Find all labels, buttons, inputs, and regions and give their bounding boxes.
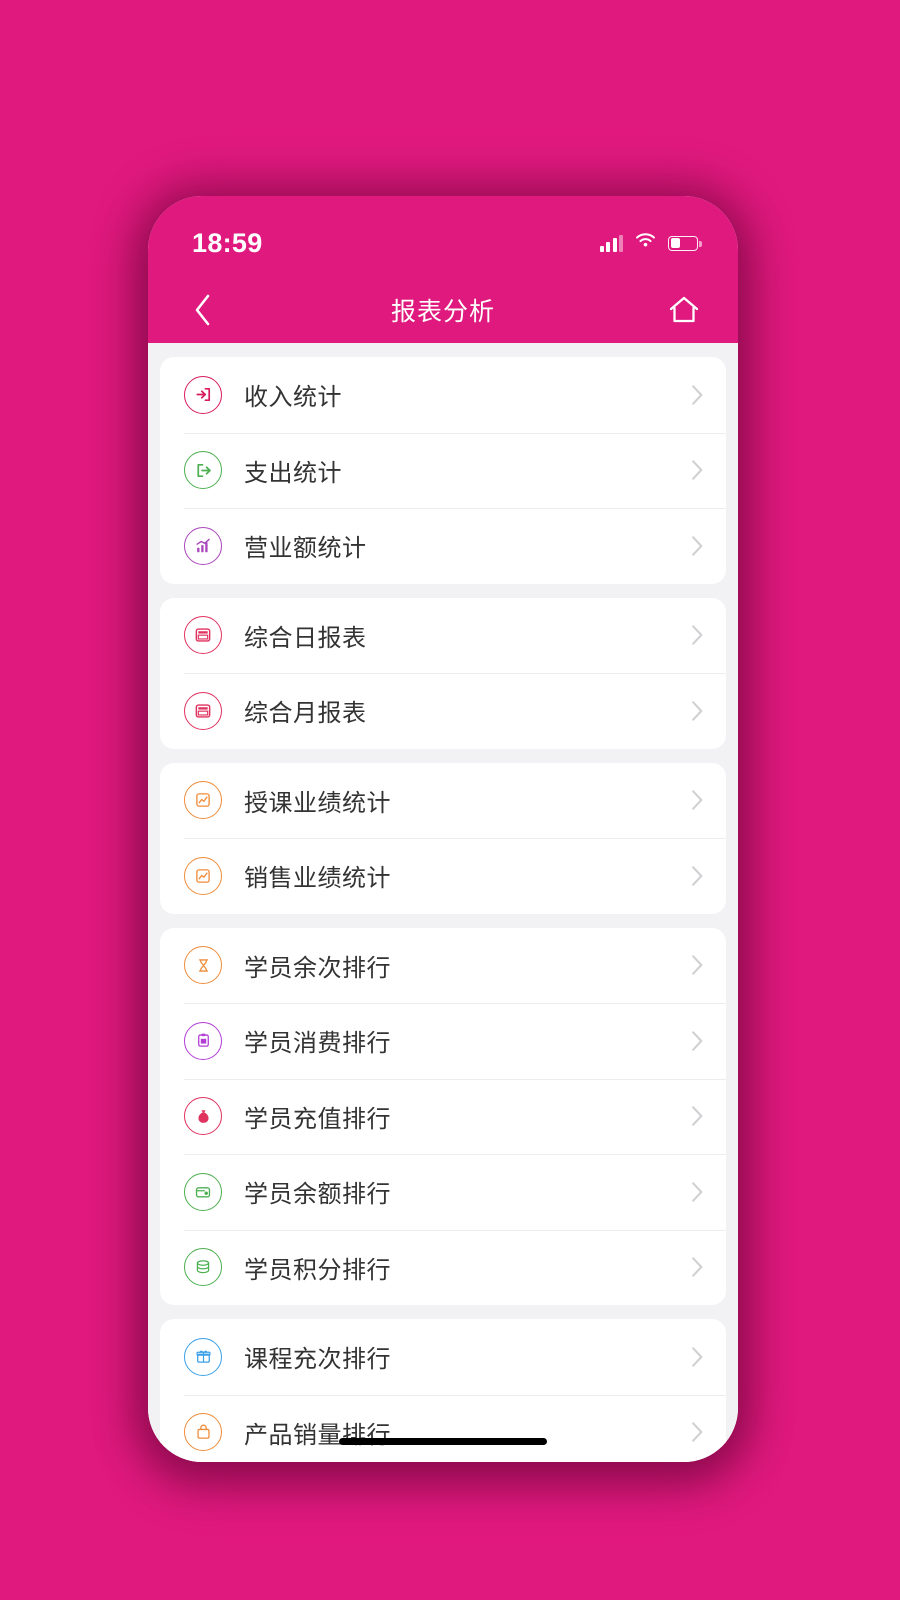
chevron-right-icon bbox=[692, 701, 703, 721]
back-button[interactable] bbox=[182, 290, 222, 330]
list-item-label: 综合日报表 bbox=[244, 624, 367, 652]
performance-group: 授课业绩统计 销售业绩统计 bbox=[160, 762, 726, 914]
expense-arrow-out-icon bbox=[184, 451, 222, 490]
list-item[interactable]: 综合日报表 bbox=[160, 598, 726, 674]
chevron-right-icon bbox=[692, 1106, 703, 1126]
list-item[interactable]: 收入统计 bbox=[160, 357, 726, 433]
chevron-right-icon bbox=[692, 866, 703, 886]
list-item-label: 学员余额排行 bbox=[244, 1181, 391, 1209]
list-item[interactable]: 销售业绩统计 bbox=[160, 838, 726, 914]
page-title: 报表分析 bbox=[390, 297, 495, 326]
chevron-right-icon bbox=[692, 536, 703, 556]
teaching-performance-icon bbox=[184, 781, 222, 820]
list-item-label: 课程充次排行 bbox=[244, 1346, 391, 1374]
wifi-icon bbox=[634, 232, 657, 254]
list-item[interactable]: 产品销量排行 bbox=[160, 1394, 726, 1463]
home-button[interactable] bbox=[664, 290, 704, 330]
list-item[interactable]: 授课业绩统计 bbox=[160, 763, 726, 839]
list-item-label: 授课业绩统计 bbox=[244, 789, 391, 817]
chevron-left-icon bbox=[195, 294, 210, 325]
hourglass-icon bbox=[184, 946, 222, 985]
signal-bars-icon bbox=[599, 234, 623, 252]
list-item[interactable]: 学员消费排行 bbox=[160, 1003, 726, 1079]
list-item[interactable]: 课程充次排行 bbox=[160, 1319, 726, 1395]
status-bar-clock: 18:59 bbox=[192, 227, 263, 258]
product-sales-icon bbox=[184, 1413, 222, 1452]
reports-group: 综合日报表 综合月报表 bbox=[160, 597, 726, 749]
chevron-right-icon bbox=[692, 1182, 703, 1202]
report-list-scroll-area[interactable]: 收入统计 支出统计 营业额统计 综合日报表 综合月报表 授课业绩统计 销售业绩统… bbox=[148, 343, 738, 1462]
list-item[interactable]: 学员余次排行 bbox=[160, 928, 726, 1004]
chevron-right-icon bbox=[692, 1347, 703, 1367]
list-item-label: 学员积分排行 bbox=[244, 1256, 391, 1284]
list-item-label: 销售业绩统计 bbox=[244, 865, 391, 893]
money-bag-icon bbox=[184, 1097, 222, 1136]
list-item-label: 综合月报表 bbox=[244, 700, 367, 728]
coins-stack-icon bbox=[184, 1248, 222, 1287]
battery-icon bbox=[668, 235, 702, 251]
gift-icon bbox=[184, 1337, 222, 1376]
wallet-icon bbox=[184, 1172, 222, 1211]
chevron-right-icon bbox=[692, 1257, 703, 1277]
home-indicator bbox=[339, 1438, 547, 1445]
status-bar-icons bbox=[599, 232, 702, 254]
list-item[interactable]: 支出统计 bbox=[160, 432, 726, 509]
list-item[interactable]: 学员充值排行 bbox=[160, 1078, 726, 1155]
student-ranking-group: 学员余次排行 学员消费排行 学员充值排行 学员余额排行 学员积分排行 bbox=[160, 927, 726, 1306]
house-icon bbox=[669, 296, 699, 322]
chevron-right-icon bbox=[692, 1422, 703, 1442]
income-arrow-in-icon bbox=[184, 375, 222, 414]
list-item-label: 学员余次排行 bbox=[244, 954, 391, 982]
navigation-bar: 报表分析 bbox=[148, 276, 738, 343]
phone-device-frame: 18:59 报表分析 收入统计 支出统计 营业额统计 综合日报表 综合月报表 授… bbox=[148, 196, 738, 1462]
list-item[interactable]: 学员余额排行 bbox=[160, 1154, 726, 1230]
statistics-group: 收入统计 支出统计 营业额统计 bbox=[160, 357, 726, 584]
status-bar: 18:59 bbox=[148, 196, 738, 276]
chevron-right-icon bbox=[692, 625, 703, 645]
list-item-label: 收入统计 bbox=[244, 384, 342, 412]
list-item[interactable]: 营业额统计 bbox=[160, 508, 726, 584]
list-item-label: 支出统计 bbox=[244, 459, 342, 487]
daily-report-icon bbox=[184, 616, 222, 655]
monthly-report-icon bbox=[184, 691, 222, 730]
chevron-right-icon bbox=[692, 1031, 703, 1051]
list-item-label: 学员消费排行 bbox=[244, 1030, 391, 1058]
chevron-right-icon bbox=[692, 460, 703, 480]
chevron-right-icon bbox=[692, 790, 703, 810]
sales-performance-icon bbox=[184, 856, 222, 895]
list-item-label: 营业额统计 bbox=[244, 535, 367, 563]
chevron-right-icon bbox=[692, 385, 703, 405]
list-item-label: 学员充值排行 bbox=[244, 1105, 391, 1133]
chevron-right-icon bbox=[692, 955, 703, 975]
revenue-chart-icon bbox=[184, 526, 222, 565]
list-item[interactable]: 综合月报表 bbox=[160, 673, 726, 749]
clipboard-spend-icon bbox=[184, 1021, 222, 1060]
list-item[interactable]: 学员积分排行 bbox=[160, 1229, 726, 1306]
